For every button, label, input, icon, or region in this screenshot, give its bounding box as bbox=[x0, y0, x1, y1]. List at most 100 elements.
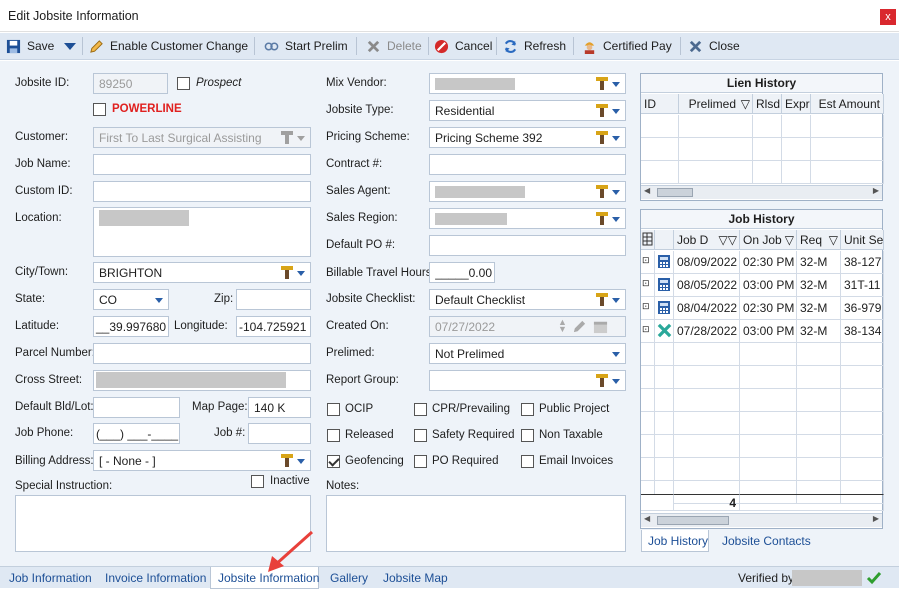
certified-pay-button[interactable]: Certified Pay bbox=[582, 38, 672, 54]
column-chooser-icon[interactable] bbox=[641, 230, 655, 250]
job-col-date[interactable]: Job D ▽▽ bbox=[674, 230, 740, 250]
zip-field[interactable] bbox=[236, 289, 311, 310]
start-prelim-button[interactable]: Start Prelim bbox=[264, 38, 348, 54]
expand-row-icon[interactable]: ⊡ bbox=[641, 251, 655, 274]
refresh-button[interactable]: Refresh bbox=[503, 38, 566, 54]
default-bld-lot-field[interactable] bbox=[93, 397, 180, 418]
lien-col-est-amount[interactable]: Est Amount bbox=[811, 94, 884, 114]
scroll-thumb[interactable] bbox=[657, 516, 729, 525]
enable-customer-change-button[interactable]: Enable Customer Change bbox=[89, 38, 248, 54]
job-cell-time[interactable]: 02:30 PM bbox=[740, 251, 797, 274]
delete-button[interactable]: Delete bbox=[366, 38, 422, 54]
job-col-unit[interactable]: Unit Se bbox=[841, 230, 884, 250]
cancel-x-icon[interactable] bbox=[655, 320, 674, 343]
job-cell-date[interactable]: 08/05/2022 bbox=[674, 274, 740, 297]
lookup-torch-icon[interactable] bbox=[280, 130, 294, 145]
cross-street-field[interactable] bbox=[93, 370, 311, 391]
calculator-icon[interactable] bbox=[655, 297, 674, 320]
job-cell-req[interactable]: 32-M bbox=[797, 274, 841, 297]
prospect-checkbox[interactable] bbox=[177, 77, 190, 90]
lookup-torch-icon[interactable] bbox=[595, 130, 609, 145]
scroll-thumb[interactable] bbox=[657, 188, 693, 197]
job-cell-req[interactable]: 32-M bbox=[797, 251, 841, 274]
lookup-torch-icon[interactable] bbox=[595, 103, 609, 118]
prelimed-select[interactable]: Not Prelimed bbox=[429, 343, 626, 364]
contract-number-field[interactable] bbox=[429, 154, 626, 175]
calculator-icon[interactable] bbox=[655, 251, 674, 274]
location-field[interactable] bbox=[93, 207, 311, 257]
job-cell-time[interactable]: 03:00 PM bbox=[740, 320, 797, 343]
calculator-icon[interactable] bbox=[655, 274, 674, 297]
parcel-number-field[interactable] bbox=[93, 343, 311, 364]
lien-col-id[interactable]: ID bbox=[641, 94, 679, 114]
mix-vendor-select[interactable] bbox=[429, 73, 626, 94]
lien-col-prelimed[interactable]: Prelimed ▽ bbox=[679, 94, 753, 114]
tab-jobsite-map[interactable]: Jobsite Map bbox=[383, 571, 448, 585]
longitude-field[interactable]: -104.725921 bbox=[236, 316, 311, 337]
scroll-left-icon[interactable]: ◀ bbox=[644, 186, 650, 195]
job-col-req[interactable]: Req ▽ bbox=[797, 230, 841, 250]
job-cell-unit[interactable]: 31T-11 bbox=[841, 274, 884, 297]
sales-region-select[interactable] bbox=[429, 208, 626, 229]
job-cell-unit[interactable]: 38-127 bbox=[841, 251, 884, 274]
filter-icon[interactable]: ▽ bbox=[829, 233, 838, 247]
powerline-checkbox[interactable] bbox=[93, 103, 106, 116]
lookup-torch-icon[interactable] bbox=[280, 453, 294, 468]
job-cell-unit[interactable]: 38-134 bbox=[841, 320, 884, 343]
non-taxable-checkbox[interactable] bbox=[521, 429, 534, 442]
latitude-field[interactable]: __39.997680 bbox=[93, 316, 169, 337]
expand-row-icon[interactable]: ⊡ bbox=[641, 320, 655, 343]
lookup-torch-icon[interactable] bbox=[595, 184, 609, 199]
lien-col-rlsd[interactable]: Rlsd bbox=[753, 94, 782, 114]
lookup-torch-icon[interactable] bbox=[595, 76, 609, 91]
billable-travel-hours-field[interactable]: _____0.00 bbox=[429, 262, 495, 283]
job-number-field[interactable] bbox=[248, 423, 311, 444]
close-button[interactable]: Close bbox=[688, 38, 740, 54]
scroll-right-icon[interactable]: ▶ bbox=[873, 186, 879, 195]
job-cell-date[interactable]: 08/09/2022 bbox=[674, 251, 740, 274]
lookup-torch-icon[interactable] bbox=[595, 292, 609, 307]
city-select[interactable]: BRIGHTON bbox=[93, 262, 311, 283]
lookup-torch-icon[interactable] bbox=[280, 265, 294, 280]
notes-field[interactable] bbox=[326, 495, 626, 552]
sales-agent-select[interactable] bbox=[429, 181, 626, 202]
customer-select[interactable]: First To Last Surgical Assisting bbox=[93, 127, 311, 148]
job-col-on-job[interactable]: On Job ▽ bbox=[740, 230, 797, 250]
job-cell-time[interactable]: 02:30 PM bbox=[740, 297, 797, 320]
tab-invoice-information[interactable]: Invoice Information bbox=[105, 571, 206, 585]
pricing-scheme-select[interactable]: Pricing Scheme 392 bbox=[429, 127, 626, 148]
scroll-left-icon[interactable]: ◀ bbox=[644, 514, 650, 523]
job-cell-unit[interactable]: 36-979 bbox=[841, 297, 884, 320]
jobsite-checklist-select[interactable]: Default Checklist bbox=[429, 289, 626, 310]
lookup-torch-icon[interactable] bbox=[595, 373, 609, 388]
ocip-checkbox[interactable] bbox=[327, 403, 340, 416]
email-invoices-checkbox[interactable] bbox=[521, 455, 534, 468]
save-dropdown-icon[interactable] bbox=[64, 42, 77, 50]
state-select[interactable]: CO bbox=[93, 289, 169, 310]
save-button[interactable]: Save bbox=[6, 38, 77, 54]
job-cell-date[interactable]: 07/28/2022 bbox=[674, 320, 740, 343]
billing-address-select[interactable]: [ - None - ] bbox=[93, 450, 311, 471]
job-cell-date[interactable]: 08/04/2022 bbox=[674, 297, 740, 320]
default-po-field[interactable] bbox=[429, 235, 626, 256]
job-cell-req[interactable]: 32-M bbox=[797, 320, 841, 343]
po-required-checkbox[interactable] bbox=[414, 455, 427, 468]
expand-row-icon[interactable]: ⊡ bbox=[641, 274, 655, 297]
job-cell-req[interactable]: 32-M bbox=[797, 297, 841, 320]
report-group-select[interactable] bbox=[429, 370, 626, 391]
sort-filter-icon[interactable]: ▽▽ bbox=[719, 233, 737, 247]
lookup-torch-icon[interactable] bbox=[595, 211, 609, 226]
tab-job-information[interactable]: Job Information bbox=[9, 571, 92, 585]
lien-col-expr[interactable]: Expr bbox=[782, 94, 811, 114]
job-cell-time[interactable]: 03:00 PM bbox=[740, 274, 797, 297]
tab-job-history[interactable]: Job History bbox=[641, 530, 709, 552]
job-horizontal-scrollbar[interactable]: ◀ ▶ bbox=[641, 513, 882, 527]
expand-row-icon[interactable]: ⊡ bbox=[641, 297, 655, 320]
geofencing-checkbox[interactable] bbox=[327, 455, 340, 468]
job-name-field[interactable] bbox=[93, 154, 311, 175]
lien-horizontal-scrollbar[interactable]: ◀ ▶ bbox=[641, 185, 882, 199]
window-close-button[interactable]: x bbox=[880, 9, 896, 25]
cpr-prevailing-checkbox[interactable] bbox=[414, 403, 427, 416]
scroll-right-icon[interactable]: ▶ bbox=[873, 514, 879, 523]
tab-jobsite-contacts[interactable]: Jobsite Contacts bbox=[722, 534, 811, 548]
